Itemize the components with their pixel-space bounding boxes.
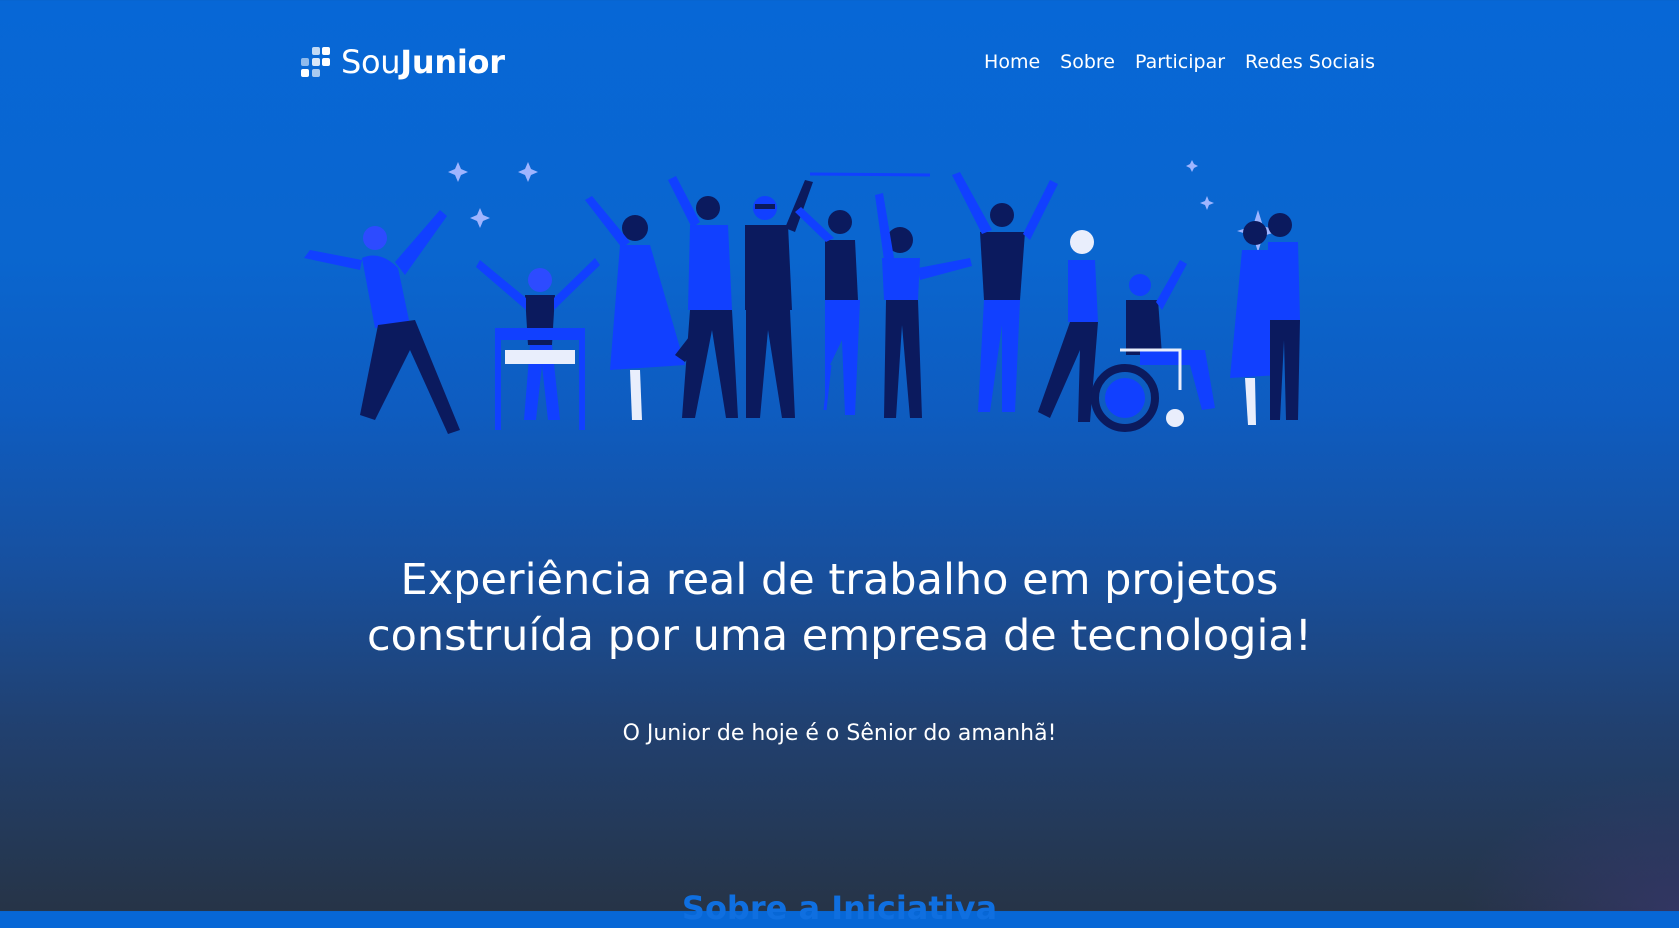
hero-illustration — [304, 160, 1300, 434]
figure-woman-pushing — [1038, 230, 1098, 422]
figure-wheelchair-woman — [476, 258, 600, 430]
figure-woman-crop — [875, 193, 972, 418]
nav-sobre[interactable]: Sobre — [1060, 48, 1115, 76]
figure-man-1 — [668, 176, 738, 418]
figure-wheelchair-man — [1091, 260, 1215, 432]
logo-grid-icon — [301, 47, 330, 77]
nav-home[interactable]: Home — [984, 48, 1040, 76]
hero-title-line2: construída por uma empresa de tecnologia… — [366, 611, 1313, 661]
section-heading-sobre: Sobre a Iniciativa — [681, 889, 998, 927]
hero-subtitle: O Junior de hoje é o Sênior do amanhã! — [622, 721, 1057, 746]
hero-title-line1: Experiência real de trabalho em projetos — [400, 555, 1279, 605]
hero-title: Experiência real de trabalho em projetos… — [0, 552, 1679, 664]
figure-man-arms-up — [952, 172, 1058, 412]
brand-logo[interactable]: SouJunior — [300, 42, 505, 82]
site-header: SouJunior Home Sobre Participar Redes So… — [300, 42, 1375, 82]
figure-couple — [1230, 213, 1300, 425]
figure-dancer — [304, 210, 460, 434]
nav-redes-sociais[interactable]: Redes Sociais — [1245, 48, 1375, 76]
main-nav: Home Sobre Participar Redes Sociais — [964, 48, 1375, 76]
brand-name-bold: Junior — [400, 43, 505, 81]
figure-prosthetic-woman — [795, 207, 860, 415]
brand-name: SouJunior — [341, 42, 505, 82]
nav-participar[interactable]: Participar — [1135, 48, 1225, 76]
brand-name-light: Sou — [341, 43, 401, 81]
